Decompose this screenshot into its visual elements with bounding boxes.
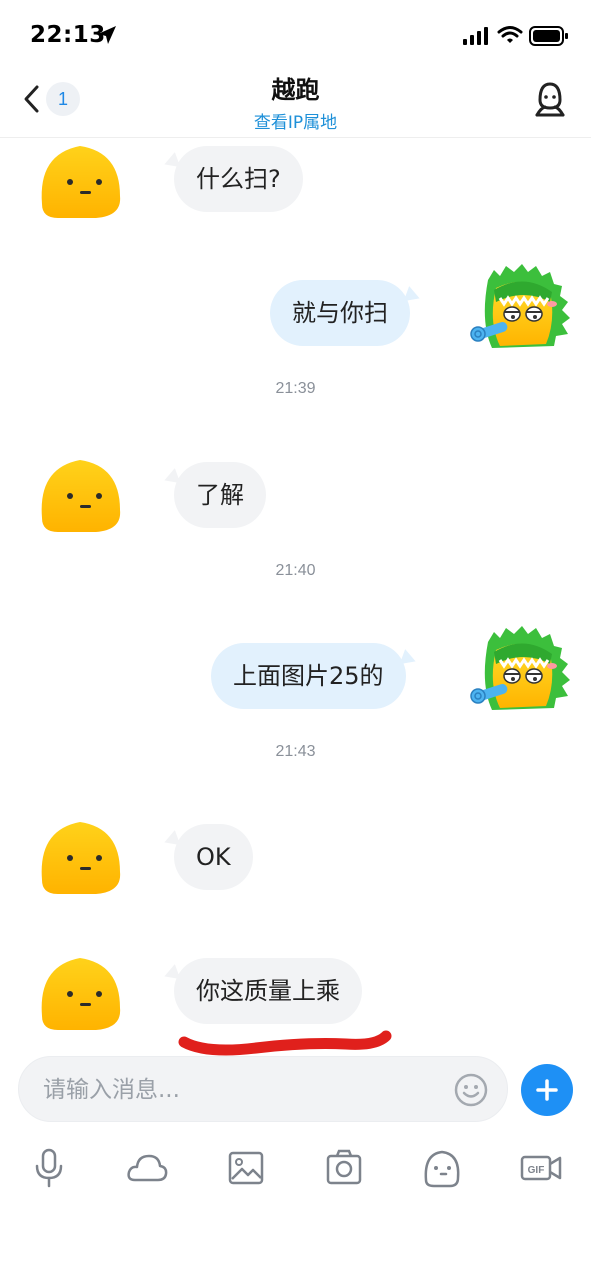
my-avatar[interactable] [466, 262, 578, 358]
incoming-message-bubble[interactable]: OK [161, 824, 253, 890]
message-text: 什么扫? [196, 165, 281, 193]
add-attachment-button[interactable] [521, 1064, 573, 1116]
my-avatar[interactable] [466, 624, 578, 720]
plus-icon [536, 1079, 558, 1101]
message-timestamp: 21:40 [275, 562, 316, 579]
svg-text:GIF: GIF [528, 1165, 545, 1176]
message-text: 上面图片25的 [233, 662, 384, 690]
sticker-icon[interactable] [420, 1146, 464, 1190]
red-scribble-annotation [178, 1030, 392, 1056]
chat-header: 1 越跑 查看IP属地 [0, 62, 591, 138]
outgoing-message-bubble[interactable]: 上面图片25的 [211, 643, 418, 709]
incoming-message-bubble[interactable]: 你这质量上乘 [161, 958, 362, 1024]
gif-icon[interactable]: GIF [519, 1146, 563, 1190]
image-icon[interactable] [224, 1146, 268, 1190]
message-text: 就与你扫 [292, 299, 388, 327]
location-arrow-icon [98, 26, 116, 44]
wifi-icon [497, 26, 523, 43]
cellular-signal-icon [463, 27, 488, 45]
battery-icon [529, 26, 568, 46]
status-time: 22:13 [30, 22, 106, 48]
message-timestamp: 21:43 [275, 743, 316, 760]
contact-avatar[interactable] [36, 814, 124, 896]
microphone-icon[interactable] [27, 1146, 71, 1190]
contact-avatar[interactable] [36, 950, 124, 1032]
status-bar: 22:13 [0, 0, 591, 70]
message-input-placeholder: 请输入消息... [43, 1077, 180, 1103]
message-timestamp: 21:39 [275, 380, 316, 397]
contact-avatar[interactable] [36, 452, 124, 534]
outgoing-message-bubble[interactable]: 就与你扫 [270, 280, 423, 346]
profile-icon[interactable] [532, 80, 568, 118]
contact-avatar[interactable] [36, 138, 124, 220]
message-input[interactable]: 请输入消息... [18, 1056, 508, 1122]
input-toolbar: GIF [0, 1146, 591, 1206]
cloud-icon[interactable] [125, 1146, 169, 1190]
incoming-message-bubble[interactable]: 什么扫? [161, 146, 303, 212]
message-text: 了解 [196, 481, 244, 509]
incoming-message-bubble[interactable]: 了解 [161, 462, 266, 528]
message-text: 你这质量上乘 [196, 977, 340, 1005]
camera-icon[interactable] [322, 1146, 366, 1190]
view-ip-location-link[interactable]: 查看IP属地 [0, 108, 591, 133]
chat-title: 越跑 [271, 76, 320, 104]
emoji-icon[interactable] [453, 1072, 489, 1108]
message-text: OK [196, 843, 231, 871]
